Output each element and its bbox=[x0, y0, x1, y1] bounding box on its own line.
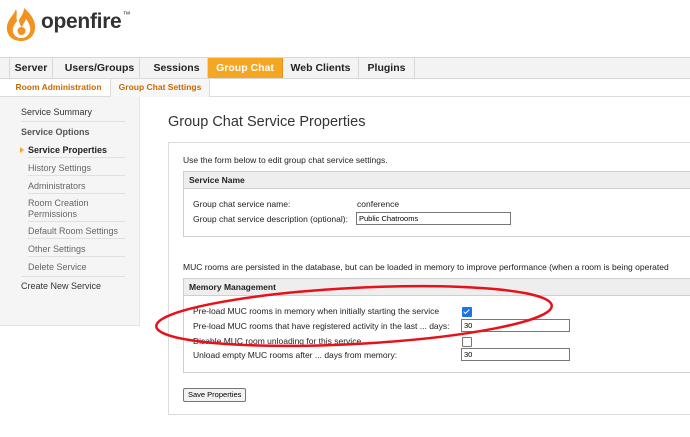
unload-empty-days-input[interactable]: 30 bbox=[461, 348, 570, 361]
preload-rooms-label: Pre-load MUC rooms in memory when initia… bbox=[193, 306, 440, 316]
save-properties-button[interactable]: Save Properties bbox=[183, 388, 247, 402]
tab-group-chat[interactable]: Group Chat bbox=[208, 58, 283, 78]
tab-sessions[interactable]: Sessions bbox=[146, 58, 208, 78]
subtab-room-administration[interactable]: Room Administration bbox=[9, 79, 108, 96]
sidebar-divider bbox=[28, 175, 125, 176]
intro-text: Use the form below to edit group chat se… bbox=[183, 155, 388, 165]
tab-web-clients[interactable]: Web Clients bbox=[283, 58, 359, 78]
sidebar-divider bbox=[28, 193, 125, 194]
disable-unload-label: Disable MUC room unloading for this serv… bbox=[193, 336, 362, 346]
sidebar-item-service-summary[interactable]: Service Summary bbox=[21, 107, 125, 117]
sidebar-item-other-settings[interactable]: Other Settings bbox=[28, 244, 132, 254]
sub-nav-tabs: Room Administration Group Chat Settings bbox=[0, 78, 690, 97]
sidebar-item-service-options[interactable]: Service Options bbox=[21, 127, 125, 137]
muc-persistence-note: MUC rooms are persisted in the database,… bbox=[183, 262, 669, 272]
sidebar-divider bbox=[28, 221, 125, 222]
sidebar-item-administrators[interactable]: Administrators bbox=[28, 181, 132, 191]
sidebar-divider bbox=[21, 276, 125, 277]
disable-unload-checkbox[interactable] bbox=[462, 337, 472, 347]
app-logo-text: openfire™ bbox=[41, 10, 131, 33]
header: openfire™ bbox=[0, 0, 690, 57]
preload-activity-days-input[interactable]: 30 bbox=[461, 319, 570, 332]
service-description-input[interactable]: Public Chatrooms bbox=[356, 212, 511, 225]
service-name-label: Group chat service name: bbox=[193, 199, 291, 209]
service-description-label: Group chat service description (optional… bbox=[193, 214, 348, 224]
sidebar-divider bbox=[21, 121, 125, 122]
sidebar-item-create-new-service[interactable]: Create New Service bbox=[21, 281, 125, 291]
sidebar-divider bbox=[28, 238, 125, 239]
current-item-arrow-icon bbox=[20, 147, 24, 153]
tab-server[interactable]: Server bbox=[9, 58, 53, 78]
subtab-group-chat-settings[interactable]: Group Chat Settings bbox=[110, 78, 210, 97]
sidebar-item-service-properties[interactable]: Service Properties bbox=[28, 145, 132, 155]
memory-management-header: Memory Management bbox=[184, 279, 690, 296]
tab-users-groups[interactable]: Users/Groups bbox=[60, 58, 140, 78]
service-name-header: Service Name bbox=[184, 172, 690, 189]
sidebar-item-default-room-settings[interactable]: Default Room Settings bbox=[28, 226, 132, 236]
preload-rooms-checkbox[interactable] bbox=[462, 307, 472, 317]
unload-empty-label: Unload empty MUC rooms after ... days fr… bbox=[193, 350, 398, 360]
service-name-value: conference bbox=[357, 199, 400, 209]
tab-plugins[interactable]: Plugins bbox=[359, 58, 415, 78]
sidebar-item-room-creation-permissions[interactable]: Room Creation Permissions bbox=[28, 198, 98, 220]
sidebar-divider bbox=[28, 157, 125, 158]
sidebar-divider bbox=[28, 256, 125, 257]
main-nav-tabs: Server Users/Groups Sessions Group Chat … bbox=[0, 57, 690, 79]
sidebar-item-delete-service[interactable]: Delete Service bbox=[28, 262, 132, 272]
page-title: Group Chat Service Properties bbox=[168, 114, 366, 130]
sidebar-item-history-settings[interactable]: History Settings bbox=[28, 163, 132, 173]
preload-activity-label: Pre-load MUC rooms that have registered … bbox=[193, 321, 450, 331]
openfire-logo-icon bbox=[6, 8, 36, 41]
